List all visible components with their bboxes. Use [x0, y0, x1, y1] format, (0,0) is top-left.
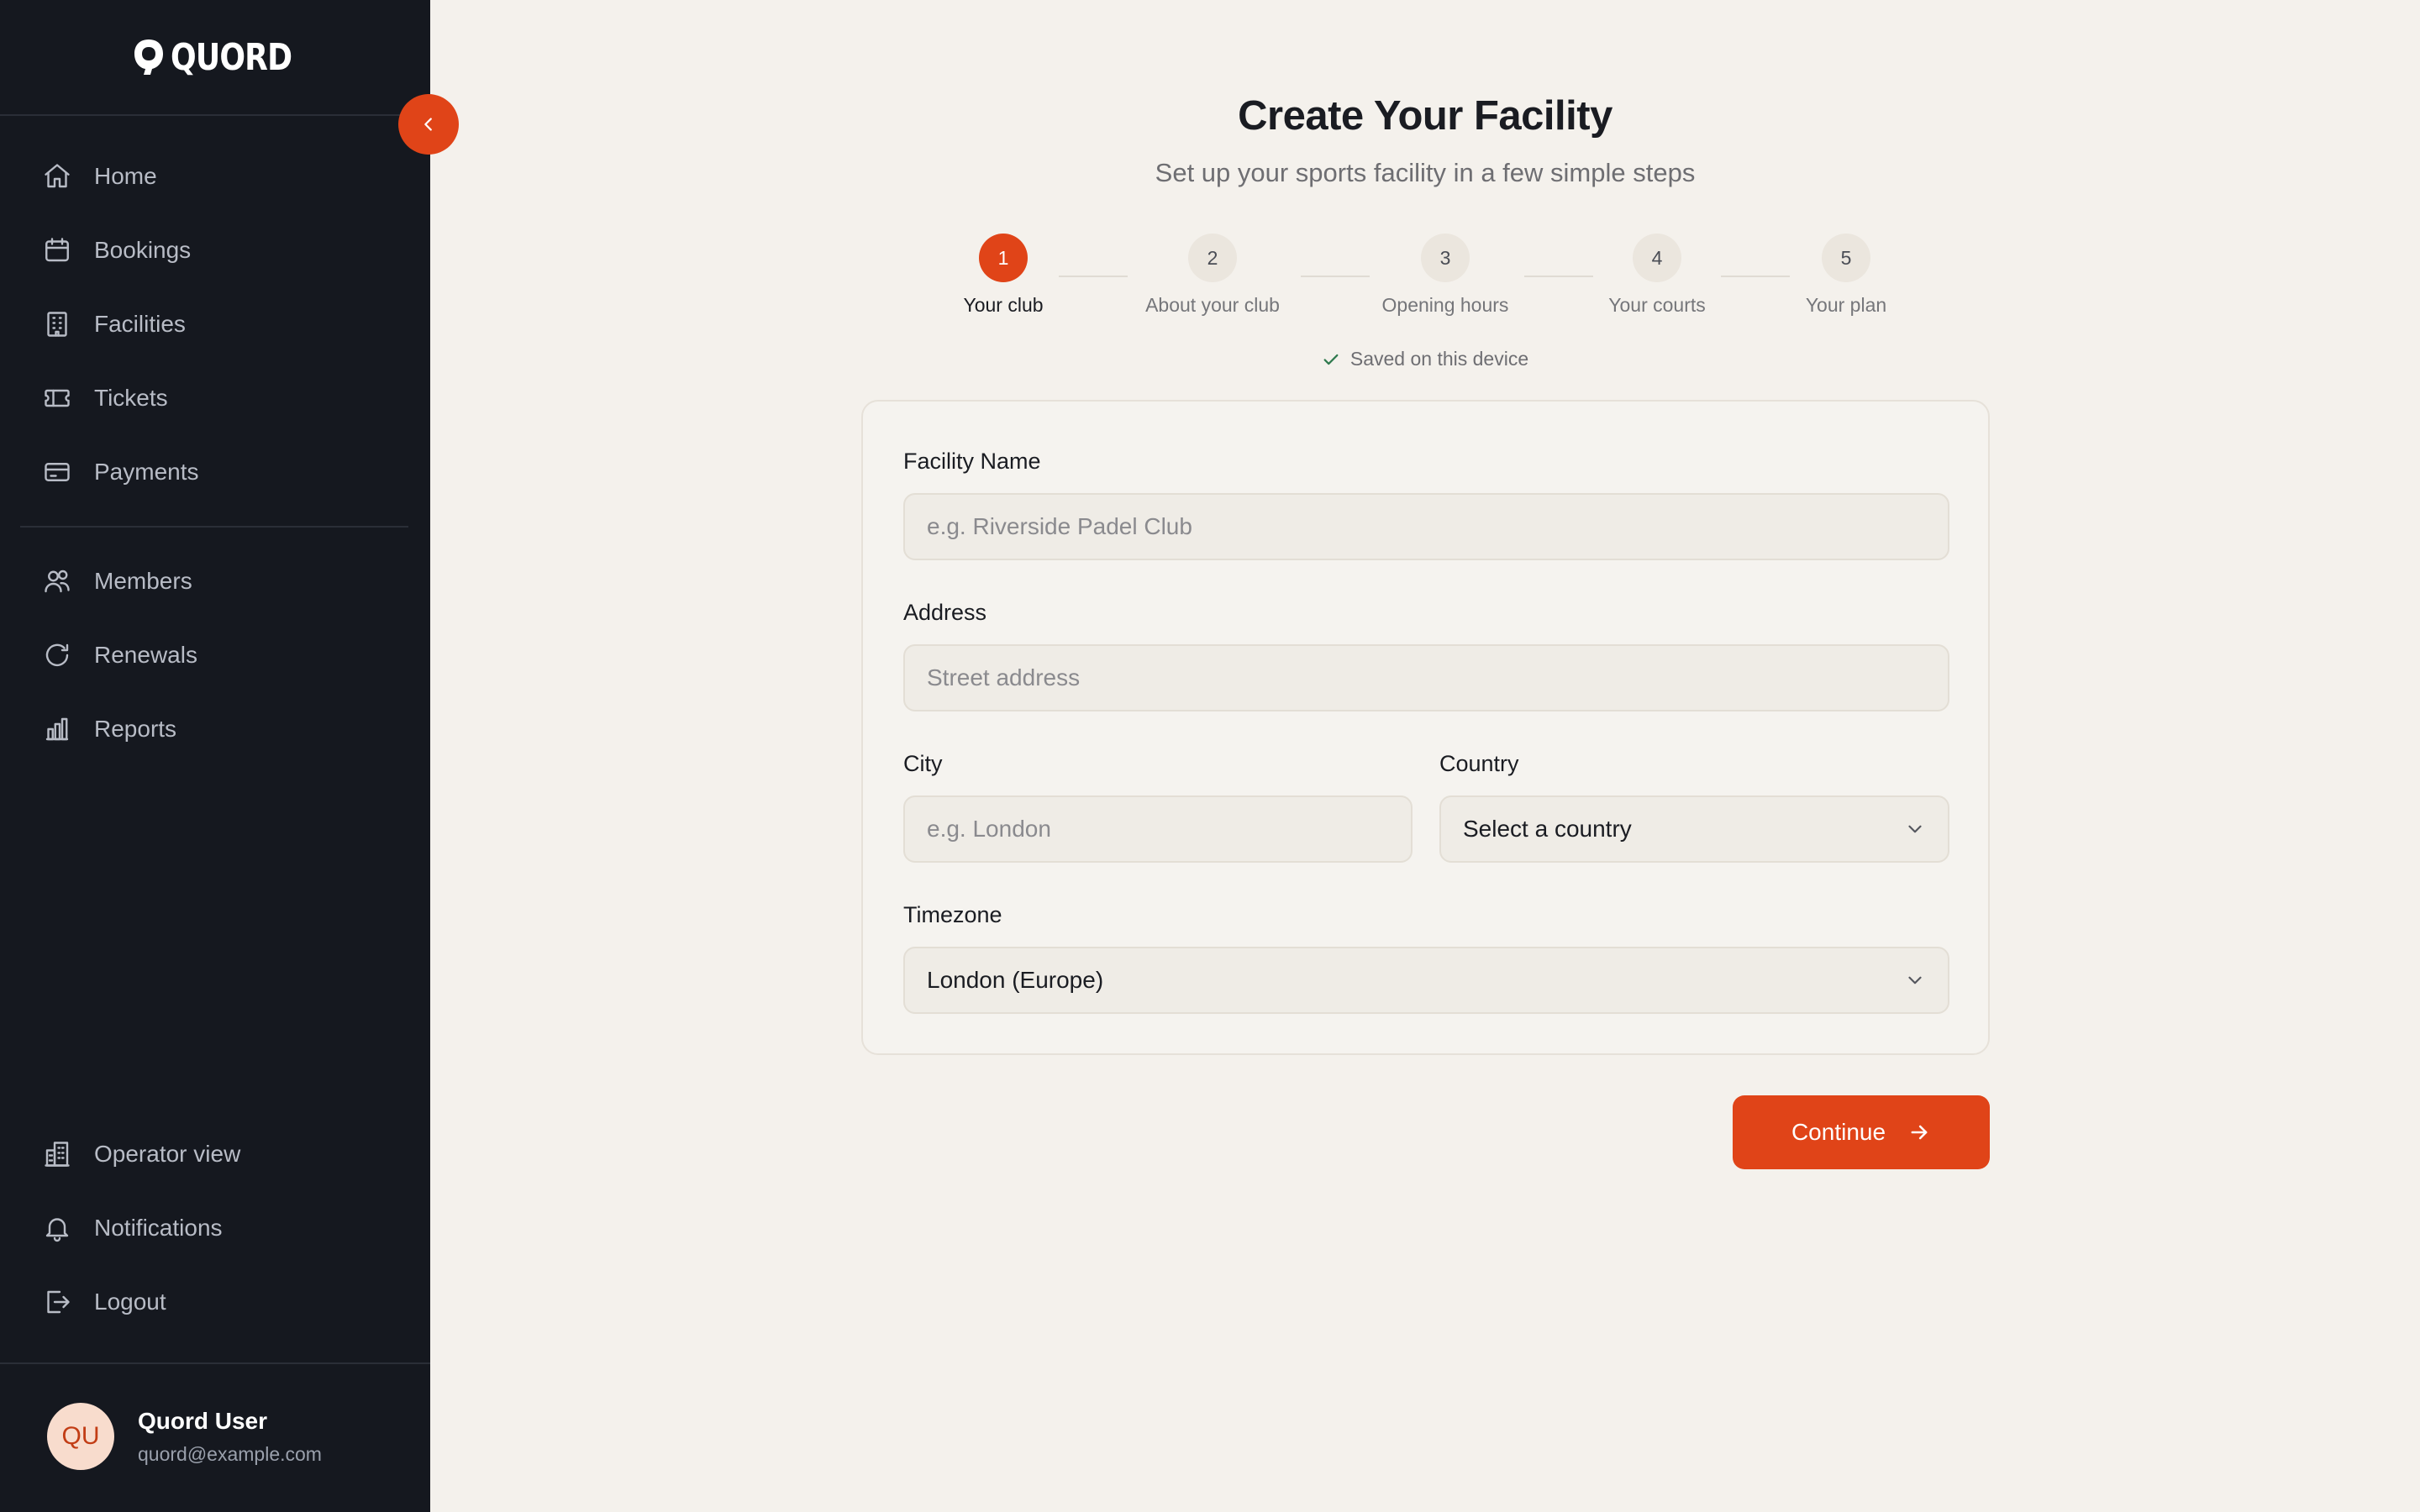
step-label: About your club: [1145, 294, 1280, 316]
bell-icon: [40, 1211, 74, 1245]
office-building-icon: [40, 1137, 74, 1171]
country-label: Country: [1439, 751, 1519, 776]
facility-name-label: Facility Name: [903, 449, 1041, 474]
city-input[interactable]: e.g. London: [903, 795, 1413, 863]
sidebar-item-label: Payments: [94, 459, 199, 485]
sidebar-item-label: Logout: [94, 1289, 166, 1315]
step-label: Your plan: [1805, 294, 1887, 316]
step-label: Your courts: [1608, 294, 1706, 316]
country-select[interactable]: Select a country: [1439, 795, 1949, 863]
step-opening-hours[interactable]: 3 Opening hours: [1353, 234, 1538, 317]
step-about-your-club[interactable]: 2 About your club: [1120, 234, 1305, 317]
sidebar-item-label: Members: [94, 568, 192, 594]
sidebar-item-label: Bookings: [94, 237, 192, 263]
sidebar-item-tickets[interactable]: Tickets: [40, 373, 168, 423]
facility-form-card: Facility Name e.g. Riverside Padel Club …: [861, 400, 1990, 1055]
step-your-club[interactable]: 1 Your club: [911, 234, 1096, 317]
user-email: quord@example.com: [138, 1442, 322, 1465]
arrow-right-icon: [1911, 1125, 1928, 1140]
step-number: 4: [1633, 234, 1681, 282]
sidebar-item-label: Renewals: [94, 642, 197, 668]
refresh-icon: [40, 638, 74, 672]
quord-logo-icon: [134, 39, 164, 75]
continue-button[interactable]: Continue: [1733, 1095, 1990, 1169]
user-profile[interactable]: QU Quord User quord@example.com: [47, 1403, 322, 1470]
sidebar-item-operator-view[interactable]: Operator view: [40, 1129, 240, 1179]
ticket-icon: [40, 381, 74, 415]
avatar: QU: [47, 1403, 114, 1470]
sidebar-item-bookings[interactable]: Bookings: [40, 225, 191, 276]
address-label: Address: [903, 600, 987, 625]
check-icon: [1323, 354, 1339, 365]
sidebar-item-reports[interactable]: Reports: [40, 704, 176, 754]
sidebar-item-members[interactable]: Members: [40, 556, 192, 606]
facility-name-input[interactable]: e.g. Riverside Padel Club: [903, 493, 1949, 560]
main-content: Create Your Facility Set up your sports …: [430, 0, 2420, 1512]
logout-icon: [40, 1285, 74, 1319]
timezone-select-value: London (Europe): [927, 967, 1104, 993]
step-number: 3: [1421, 234, 1470, 282]
step-label: Opening hours: [1381, 294, 1509, 316]
chevron-down-icon: [1908, 825, 1922, 833]
sidebar-item-label: Tickets: [94, 385, 168, 411]
city-label: City: [903, 751, 943, 776]
sidebar: QUORD Home Bookings Facilities Tickets P…: [0, 0, 430, 1512]
sidebar-item-label: Operator view: [94, 1141, 241, 1167]
sidebar-item-label: Facilities: [94, 311, 186, 337]
user-info: Quord User quord@example.com: [138, 1408, 322, 1466]
step-your-plan[interactable]: 5 Your plan: [1754, 234, 1939, 317]
user-name: Quord User: [138, 1407, 268, 1434]
step-label: Your club: [963, 294, 1044, 316]
sidebar-divider: [20, 526, 408, 528]
calendar-icon: [40, 234, 74, 267]
sidebar-item-renewals[interactable]: Renewals: [40, 630, 197, 680]
sidebar-item-notifications[interactable]: Notifications: [40, 1203, 223, 1253]
building-icon: [40, 307, 74, 341]
sidebar-divider: [0, 1362, 430, 1364]
collapse-sidebar-button[interactable]: [398, 94, 459, 155]
users-icon: [40, 564, 74, 598]
sidebar-item-facilities[interactable]: Facilities: [40, 299, 186, 349]
sidebar-item-payments[interactable]: Payments: [40, 447, 199, 497]
home-icon: [40, 160, 74, 193]
sidebar-item-label: Home: [94, 163, 157, 189]
sidebar-item-logout[interactable]: Logout: [40, 1277, 166, 1327]
page-title: Create Your Facility: [1238, 93, 1612, 139]
step-number: 2: [1188, 234, 1237, 282]
chevron-down-icon: [1908, 976, 1922, 984]
timezone-label: Timezone: [903, 902, 1002, 927]
step-number: 1: [979, 234, 1028, 282]
bar-chart-icon: [40, 712, 74, 746]
step-your-courts[interactable]: 4 Your courts: [1565, 234, 1749, 317]
saved-status-text: Saved on this device: [1349, 348, 1529, 370]
country-select-value: Select a country: [1463, 816, 1632, 842]
chevron-left-icon: [424, 118, 432, 131]
address-input[interactable]: Street address: [903, 644, 1949, 711]
sidebar-item-home[interactable]: Home: [40, 151, 157, 202]
brand-name: QUORD: [171, 35, 292, 79]
sidebar-item-label: Reports: [94, 716, 177, 742]
page-subtitle: Set up your sports facility in a few sim…: [1155, 158, 1696, 187]
sidebar-divider: [0, 114, 430, 116]
continue-button-label: Continue: [1791, 1119, 1886, 1145]
credit-card-icon: [40, 455, 74, 489]
step-number: 5: [1822, 234, 1870, 282]
sidebar-item-label: Notifications: [94, 1215, 223, 1241]
saved-status: Saved on this device: [430, 348, 2420, 370]
timezone-select[interactable]: London (Europe): [903, 947, 1949, 1014]
brand-logo[interactable]: QUORD: [0, 34, 430, 81]
